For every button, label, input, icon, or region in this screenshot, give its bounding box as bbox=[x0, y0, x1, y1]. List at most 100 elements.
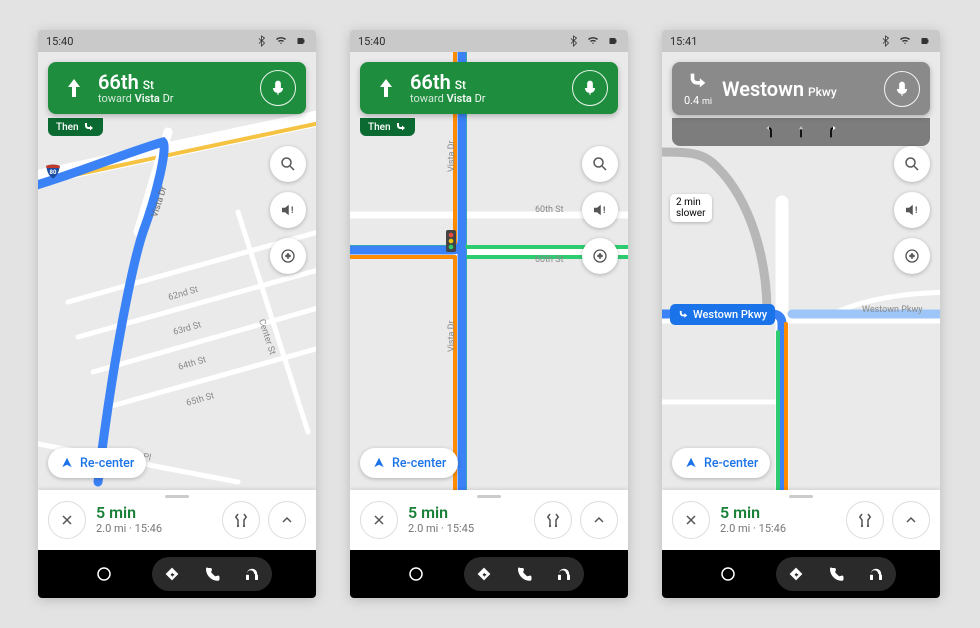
mic-icon bbox=[893, 80, 911, 98]
alternate-routes-button[interactable] bbox=[222, 501, 260, 539]
voice-search-button[interactable] bbox=[572, 70, 608, 106]
trip-sheet[interactable]: 5 min 2.0 mi · 15:45 bbox=[350, 490, 628, 550]
drag-handle[interactable] bbox=[789, 495, 813, 498]
street-label: Vista Dr bbox=[447, 320, 457, 352]
expand-button[interactable] bbox=[892, 501, 930, 539]
street-label: Vista Dr bbox=[447, 140, 457, 172]
recenter-icon bbox=[372, 456, 386, 470]
system-nav-bar bbox=[38, 550, 316, 598]
report-button[interactable] bbox=[582, 238, 618, 274]
drag-handle[interactable] bbox=[477, 495, 501, 498]
expand-button[interactable] bbox=[580, 501, 618, 539]
nav-banner[interactable]: 66th St toward Vista Dr bbox=[48, 62, 306, 114]
close-button[interactable] bbox=[672, 501, 710, 539]
routes-icon bbox=[544, 511, 562, 529]
lane-guidance bbox=[672, 118, 930, 146]
trip-meta: 2.0 mi · 15:46 bbox=[720, 523, 786, 536]
alternate-routes-button[interactable] bbox=[534, 501, 572, 539]
report-button[interactable] bbox=[894, 238, 930, 274]
home-button[interactable] bbox=[82, 557, 126, 591]
trip-meta: 2.0 mi · 15:46 bbox=[96, 523, 162, 536]
nav-turn-right-icon bbox=[686, 70, 710, 92]
nav-banner[interactable]: 0.4 mi Westown Pkwy bbox=[672, 62, 930, 115]
status-time: 15:41 bbox=[670, 35, 697, 48]
battery-icon bbox=[918, 35, 932, 47]
battery-icon bbox=[294, 35, 308, 47]
nav-banner[interactable]: 66th St toward Vista Dr bbox=[360, 62, 618, 114]
status-time: 15:40 bbox=[358, 35, 385, 48]
nav-turn-icon[interactable] bbox=[475, 565, 493, 583]
headphones-icon[interactable] bbox=[555, 565, 573, 583]
nav-turn-icon[interactable] bbox=[163, 565, 181, 583]
alternate-routes-button[interactable] bbox=[846, 501, 884, 539]
headphones-icon[interactable] bbox=[243, 565, 261, 583]
nav-turn-icon[interactable] bbox=[787, 565, 805, 583]
nav-distance: 0.4 mi bbox=[684, 94, 712, 107]
status-bar: 15:40 bbox=[350, 30, 628, 52]
status-bar: 15:40 bbox=[38, 30, 316, 52]
search-button[interactable] bbox=[270, 146, 306, 182]
system-nav-bar bbox=[662, 550, 940, 598]
volume-alert-icon bbox=[279, 201, 297, 219]
traffic-chip[interactable]: 2 min slower bbox=[670, 194, 712, 222]
sound-alerts-button[interactable] bbox=[270, 192, 306, 228]
voice-search-button[interactable] bbox=[884, 71, 920, 107]
traffic-light-icon bbox=[446, 230, 456, 252]
bluetooth-icon bbox=[256, 35, 268, 47]
voice-search-button[interactable] bbox=[260, 70, 296, 106]
sound-alerts-button[interactable] bbox=[582, 192, 618, 228]
mic-icon bbox=[581, 79, 599, 97]
then-chip[interactable]: Then bbox=[48, 118, 103, 136]
close-icon bbox=[59, 512, 75, 528]
screenshot-1: 15:40 235 80 62nd St 63rd bbox=[38, 30, 316, 598]
status-bar: 15:41 bbox=[662, 30, 940, 52]
interstate-shield-icon: 80 bbox=[44, 162, 62, 180]
sound-alerts-button[interactable] bbox=[894, 192, 930, 228]
route-bubble[interactable]: Westown Pkwy bbox=[670, 304, 775, 325]
home-button[interactable] bbox=[394, 557, 438, 591]
map[interactable]: 60th St 60th St Vista Dr Vista Dr 66th S… bbox=[350, 52, 628, 490]
turn-right-icon bbox=[395, 121, 407, 133]
recenter-icon bbox=[60, 456, 74, 470]
drag-handle[interactable] bbox=[165, 495, 189, 498]
circle-icon bbox=[407, 565, 425, 583]
phone-icon[interactable] bbox=[515, 565, 533, 583]
then-chip[interactable]: Then bbox=[360, 118, 415, 136]
lane-straight-icon bbox=[793, 122, 809, 142]
search-icon bbox=[279, 155, 297, 173]
mic-icon bbox=[269, 79, 287, 97]
map[interactable]: 235 80 62nd St 63rd St 64th St 65th St C… bbox=[38, 52, 316, 490]
trip-info: 5 min 2.0 mi · 15:45 bbox=[408, 504, 474, 535]
add-report-icon bbox=[279, 247, 297, 265]
trip-info: 5 min 2.0 mi · 15:46 bbox=[96, 504, 162, 535]
search-button[interactable] bbox=[894, 146, 930, 182]
screenshot-2: 15:40 60th St 60th St Vi bbox=[350, 30, 628, 598]
circle-icon bbox=[719, 565, 737, 583]
trip-sheet[interactable]: 5 min 2.0 mi · 15:46 bbox=[662, 490, 940, 550]
add-report-icon bbox=[903, 247, 921, 265]
routes-icon bbox=[232, 511, 250, 529]
headphones-icon[interactable] bbox=[867, 565, 885, 583]
phone-icon[interactable] bbox=[827, 565, 845, 583]
home-button[interactable] bbox=[706, 557, 750, 591]
report-button[interactable] bbox=[270, 238, 306, 274]
street-label: 60th St bbox=[535, 205, 564, 215]
map[interactable]: Westown Pkwy 2 min slower Westown Pkwy 0… bbox=[662, 52, 940, 490]
trip-meta: 2.0 mi · 15:45 bbox=[408, 523, 474, 536]
recenter-button[interactable]: Re-center bbox=[672, 448, 770, 478]
nav-instruction: 66th St toward Vista Dr bbox=[410, 71, 572, 105]
street-label: Westown Pkwy bbox=[862, 305, 922, 315]
close-button[interactable] bbox=[360, 501, 398, 539]
search-button[interactable] bbox=[582, 146, 618, 182]
phone-icon[interactable] bbox=[203, 565, 221, 583]
recenter-button[interactable]: Re-center bbox=[48, 448, 146, 478]
trip-time: 5 min bbox=[720, 504, 786, 522]
close-button[interactable] bbox=[48, 501, 86, 539]
recenter-button[interactable]: Re-center bbox=[360, 448, 458, 478]
lane-left-icon bbox=[763, 122, 779, 142]
bluetooth-icon bbox=[568, 35, 580, 47]
system-nav-bar bbox=[350, 550, 628, 598]
trip-sheet[interactable]: 5 min 2.0 mi · 15:46 bbox=[38, 490, 316, 550]
expand-button[interactable] bbox=[268, 501, 306, 539]
close-icon bbox=[683, 512, 699, 528]
